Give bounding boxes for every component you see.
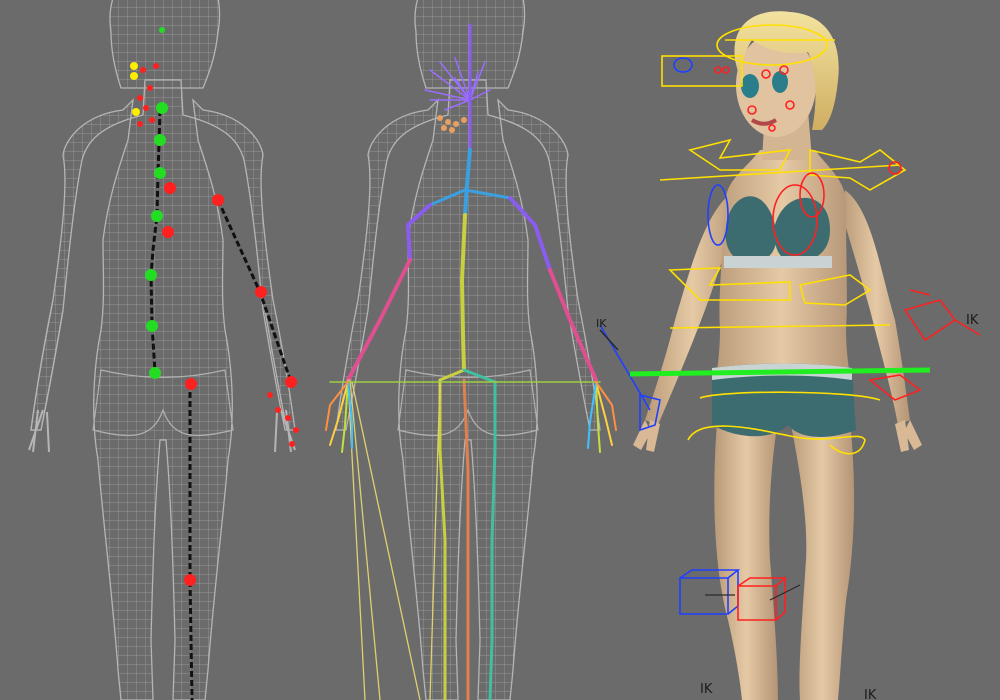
ik-label-left-leg: IK: [700, 682, 713, 697]
ik-label-right-arm: IK: [966, 313, 979, 328]
3d-viewport[interactable]: IK IK IK IK: [0, 0, 1000, 700]
ik-label-right-leg: IK: [864, 688, 877, 700]
ik-label-left-arm: IK: [596, 317, 607, 330]
